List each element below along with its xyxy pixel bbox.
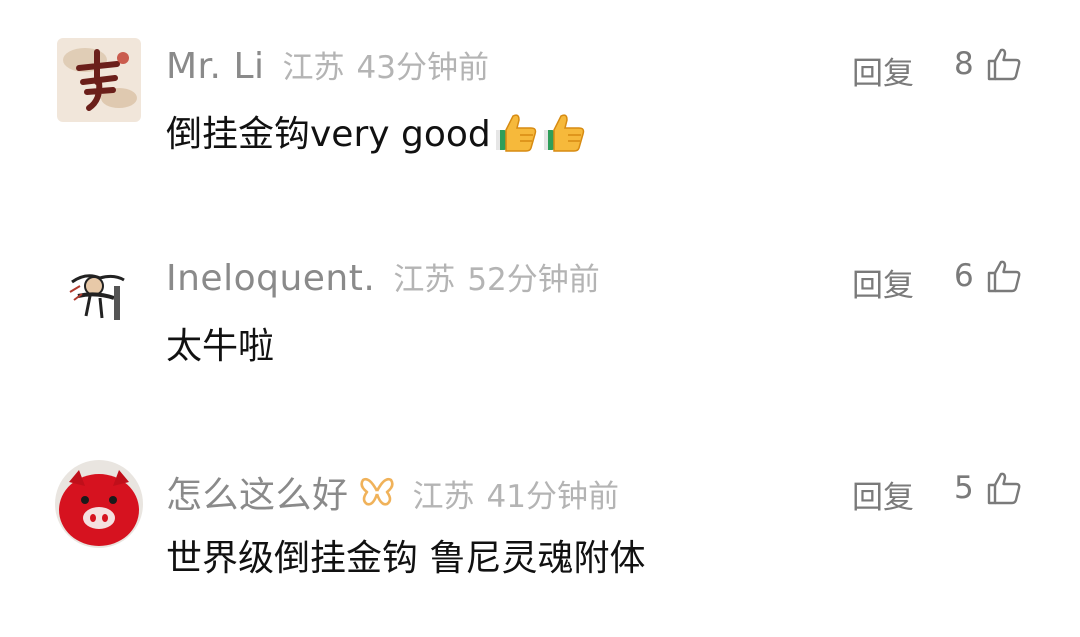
- comment-text: 太牛啦: [166, 318, 274, 368]
- thumbs-up-icon: [987, 260, 1021, 293]
- like-count: 5: [954, 470, 974, 506]
- comment-body: 太牛啦: [166, 326, 275, 367]
- timestamp: 41分钟前: [486, 479, 619, 515]
- thumbs-up-icon: [987, 472, 1021, 505]
- username[interactable]: Ineloquent.: [166, 258, 375, 299]
- comment-meta: Ineloquent. 江苏 52分钟前: [166, 254, 600, 304]
- location-label: 江苏: [393, 262, 456, 298]
- comment-body: 世界级倒挂金钩 鲁尼灵魂附体: [166, 538, 646, 579]
- like-count: 6: [954, 258, 974, 294]
- avatar[interactable]: [55, 460, 143, 548]
- like-button[interactable]: 6: [954, 258, 1022, 294]
- sketch-character-avatar-icon: [62, 256, 136, 330]
- reply-button[interactable]: 回复: [852, 260, 914, 305]
- comment-text: 世界级倒挂金钩 鲁尼灵魂附体: [166, 530, 645, 580]
- butterfly-badge-icon: [359, 477, 394, 506]
- username[interactable]: 怎么这么好: [166, 466, 349, 518]
- reply-button[interactable]: 回复: [852, 472, 914, 517]
- red-pig-avatar-icon: [55, 460, 143, 548]
- like-button[interactable]: 5: [954, 470, 1022, 506]
- location-label: 江苏: [412, 479, 475, 515]
- comment-item: 怎么这么好 江苏 41分钟前 回复 5 世界级倒挂金钩 鲁尼灵魂附体: [0, 0, 1080, 579]
- timestamp: 52分钟前: [467, 262, 600, 298]
- comment-meta: 怎么这么好 江苏 41分钟前: [166, 466, 619, 516]
- avatar[interactable]: [62, 256, 136, 330]
